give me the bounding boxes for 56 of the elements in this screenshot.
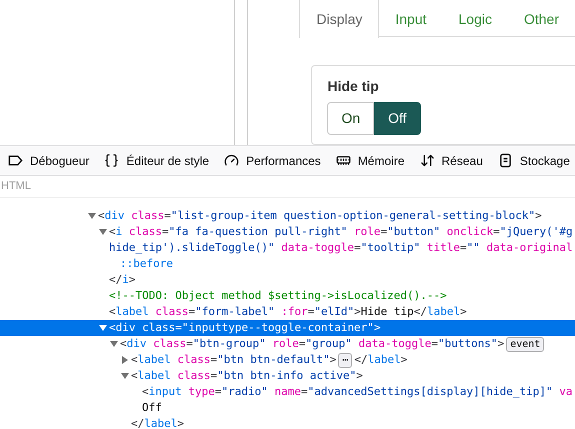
setting-label: Hide tip [327, 77, 380, 96]
tab[interactable]: Display [299, 0, 380, 38]
braces-icon [104, 153, 120, 168]
toggle-option[interactable]: Off [374, 102, 421, 135]
tree-row[interactable]: <label class="btn btn-default"> ⋯ </label> [0, 352, 575, 368]
tree-row[interactable]: <i class="fa fa-question pull-right" role="button" onclick="jQuery('#g [0, 224, 575, 240]
document-icon [498, 153, 513, 168]
chip-icon [336, 153, 351, 168]
code-text: <label class="btn btn-default"> [131, 352, 336, 368]
tab[interactable]: Logic [442, 0, 508, 38]
tab[interactable]: Input [379, 0, 443, 38]
toolbar-tab[interactable]: Éditeur de style [126, 152, 210, 170]
tree-row[interactable]: Off [0, 400, 575, 416]
tree-row[interactable]: ::before [0, 256, 575, 272]
toolbar-tab[interactable]: Débogueur [30, 152, 90, 170]
toggle-option[interactable]: On [327, 102, 374, 135]
tree-row[interactable]: <!--TODO: Object method $setting->isLocalized().--> [0, 288, 575, 304]
tree-row[interactable]: </label> [0, 416, 575, 429]
code-text: ::before [120, 256, 173, 272]
tree-row[interactable]: <div class="btn-group" role="group" data-toggle="buttons"> event [0, 336, 575, 352]
tree-row[interactable]: <label class="form-label" :for="elId">Hide tip</label> [0, 304, 575, 320]
toolbar-tab[interactable]: Mémoire [358, 152, 404, 170]
toolbar-tab[interactable]: Stockage [520, 152, 570, 170]
code-text: <div class="inputtype--toggle-container"> [109, 320, 381, 336]
code-text: </label> [131, 416, 184, 429]
tag-badge[interactable]: event [506, 336, 544, 352]
code-text: <div class="list-group-item question-option-general-setting-block"> [98, 208, 542, 224]
up-down-arrows-icon [420, 153, 434, 168]
code-text: <div class="btn-group" role="group" data-toggle="buttons"> [120, 336, 504, 352]
tag-badge[interactable]: ⋯ [338, 352, 352, 368]
toolbar-tab[interactable]: Réseau [442, 152, 483, 170]
tab[interactable]: Other [508, 0, 575, 38]
gauge-icon [224, 153, 240, 168]
triangle-icon[interactable] [99, 324, 107, 332]
triangle-icon[interactable] [121, 356, 129, 364]
code-text: </i> [109, 272, 136, 288]
code-text: <i class="fa fa-question pull-right" role="button" onclick="jQuery('#g [109, 224, 573, 240]
toolbar-tab[interactable]: Performances [246, 152, 321, 170]
code-text: </label> [354, 352, 408, 368]
code-text: Off [142, 400, 162, 416]
tree-row[interactable]: </i> [0, 272, 575, 288]
tree-row[interactable]: <label class="btn btn-info active"> [0, 368, 575, 384]
code-text: hide_tip').slideToggle()" data-toggle="tooltip" title="" data-original [109, 240, 573, 256]
code-text: <input type="radio" name="advancedSettings[display][hide_tip]" va [142, 384, 573, 400]
tree-row[interactable]: <input type="radio" name="advancedSettings[display][hide_tip]" va [0, 384, 575, 400]
code-text: <label class="btn btn-info active"> [131, 368, 363, 384]
code-text: <label class="form-label" :for="elId">Hide tip</label> [109, 304, 467, 320]
tree-row[interactable]: <div class="inputtype--toggle-container"> [0, 320, 575, 336]
triangle-icon[interactable] [88, 212, 96, 220]
triangle-icon[interactable] [110, 340, 118, 348]
tree-row[interactable]: <div class="list-group-item question-option-general-setting-block"> [0, 208, 575, 224]
triangle-icon[interactable] [99, 228, 107, 236]
label-icon [8, 153, 23, 168]
code-text: <!--TODO: Object method $setting->isLocalized().--> [109, 288, 447, 304]
triangle-icon[interactable] [121, 372, 129, 380]
tree-row[interactable]: hide_tip').slideToggle()" data-toggle="tooltip" title="" data-original [0, 240, 575, 256]
